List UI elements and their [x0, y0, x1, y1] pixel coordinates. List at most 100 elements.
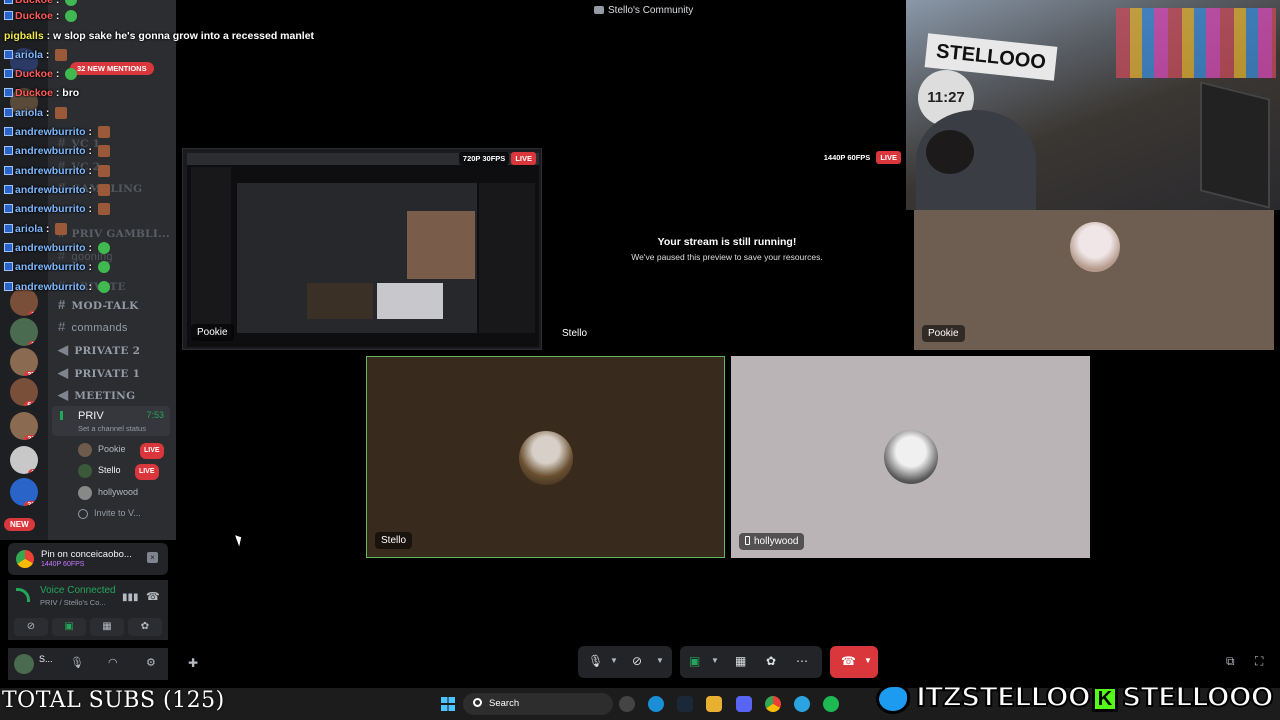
end-call-button[interactable]: ☎ ▼	[830, 646, 878, 678]
voice-status[interactable]: Voice Connected	[40, 585, 116, 596]
server-icon[interactable]: 642	[10, 378, 38, 406]
chat-message: Duckoe : bro	[4, 87, 79, 99]
channel-status[interactable]: Set a channel status	[78, 424, 146, 433]
soundboard-icon[interactable]: ▮▮▮	[122, 592, 139, 603]
discord-icon[interactable]	[736, 696, 752, 712]
add-friend-icon[interactable]: ✚	[188, 656, 198, 670]
tile-label: Pookie	[922, 325, 965, 342]
pin-card[interactable]: Pin on conceicaobo... 1440P 60FPS ×	[8, 543, 168, 575]
voice-location[interactable]: PRIV / Stello's Co...	[40, 598, 110, 607]
folder-icon[interactable]	[706, 696, 722, 712]
soundboard-icon[interactable]: ✿	[766, 654, 776, 668]
stream-tile-pookie[interactable]: 720P 30FPS LIVE Pookie	[182, 148, 542, 350]
channel-meeting[interactable]: ◀ MEETING	[58, 387, 135, 403]
channel-mod-talk[interactable]: # MOD-TALK	[58, 297, 139, 312]
edge-icon[interactable]	[648, 696, 664, 712]
avatar	[1070, 222, 1120, 272]
channel-private-2[interactable]: ◀ PRIVATE 2	[58, 342, 140, 358]
server-icon[interactable]: 216	[10, 412, 38, 440]
server-icon[interactable]: 383	[10, 478, 38, 506]
call-controls: ▣ ▼ ▦ ✿ ⋯	[680, 646, 822, 678]
telegram-icon[interactable]	[794, 696, 810, 712]
stream-badge: 720P 30FPS LIVE	[458, 152, 536, 165]
chat-message: andrewburrito :	[4, 145, 110, 158]
channel-name: PRIV	[78, 410, 104, 422]
steam-icon[interactable]	[677, 696, 693, 712]
server-badge: 383	[24, 501, 38, 506]
chat-message: pigballs : w slop sake he's gonna grow i…	[4, 30, 315, 42]
channel-private-1[interactable]: ◀ PRIVATE 1	[58, 365, 140, 381]
channel-priv[interactable]: PRIV 7:53 Set a channel status	[52, 406, 170, 436]
activities-icon[interactable]: ▦	[735, 654, 746, 668]
server-icon[interactable]: 272	[10, 348, 38, 376]
speaker-icon: ◀	[58, 387, 69, 402]
chevron-down-icon[interactable]: ▼	[711, 656, 719, 665]
camera-off-icon[interactable]: ⊘	[632, 654, 642, 668]
camera-tile-hollywood[interactable]: hollywood	[731, 356, 1090, 558]
server-icon[interactable]: 32	[10, 318, 38, 346]
voice-member[interactable]: Stello LIVE	[78, 463, 159, 480]
stream-paused-text: We've paused this preview to save your r…	[631, 252, 823, 262]
pin-quality: 1440P 60FPS	[41, 561, 85, 568]
avatar	[519, 431, 573, 485]
camera-tile-stello[interactable]: Stello	[366, 356, 725, 558]
server-badge: 93	[28, 469, 38, 474]
live-badge: LIVE	[134, 464, 159, 480]
chat-message: andrewburrito :	[4, 126, 110, 139]
disconnect-icon[interactable]: ☎	[146, 590, 160, 603]
new-pill[interactable]: NEW	[4, 518, 35, 531]
chevron-down-icon[interactable]: ▼	[864, 656, 872, 665]
invite-to-voice[interactable]: Invite to V...	[78, 506, 141, 520]
stream-preview	[187, 153, 539, 347]
speaker-icon: ◀	[58, 365, 69, 380]
chrome-icon	[16, 550, 34, 568]
chrome-icon[interactable]	[765, 696, 781, 712]
activities-button[interactable]: ▦	[90, 618, 124, 636]
chat-message: andrewburrito :	[4, 281, 110, 294]
username[interactable]: S...	[39, 654, 53, 664]
gear-icon[interactable]: ⚙	[146, 656, 156, 669]
speaker-icon	[60, 411, 70, 420]
chat-message: andrewburrito :	[4, 242, 110, 255]
server-badge: 32	[28, 341, 38, 346]
mic-icon[interactable]: 🎙	[70, 656, 84, 669]
hash-icon: #	[58, 319, 66, 334]
stream-tile-stello[interactable]: 1440P 60FPS LIVE Your stream is still run…	[548, 148, 906, 350]
windows-start-icon[interactable]	[441, 697, 455, 711]
camera-off-button[interactable]: ⊘	[14, 618, 48, 636]
voice-member[interactable]: hollywood	[78, 485, 138, 500]
avatar[interactable]	[14, 654, 34, 674]
avatar	[884, 430, 938, 484]
channel-timer: 7:53	[146, 410, 164, 420]
live-badge: LIVE	[139, 443, 164, 459]
close-icon[interactable]: ×	[147, 552, 158, 563]
server-badge: 642	[24, 401, 38, 406]
camera-tile-pookie[interactable]: Pookie	[914, 210, 1274, 350]
more-icon[interactable]: ⋯	[796, 654, 808, 668]
chat-message: andrewburrito :	[4, 261, 110, 274]
search-icon	[473, 698, 482, 707]
avatar	[78, 463, 92, 478]
voice-member[interactable]: Pookie LIVE	[78, 442, 164, 459]
headphones-icon[interactable]: ◠	[108, 656, 118, 669]
phone-icon	[745, 536, 750, 545]
signal-icon	[16, 588, 30, 602]
server-icon[interactable]: 93	[10, 446, 38, 474]
channel-priv-gambling[interactable]: #PRIV GAMBLI...	[58, 225, 170, 240]
popout-icon[interactable]: ⧉	[1226, 654, 1235, 669]
obs-icon[interactable]	[619, 696, 635, 712]
twitter-handle: ITZSTELLOO	[915, 681, 1092, 714]
screen-share-icon[interactable]: ▣	[689, 654, 700, 668]
mic-icon[interactable]: 🎙	[588, 654, 603, 668]
new-mentions-pill[interactable]: 32 NEW MENTIONS	[70, 62, 154, 75]
screen-share-button[interactable]: ▣	[52, 618, 86, 636]
taskbar-search[interactable]: Search	[463, 693, 613, 715]
fullscreen-icon[interactable]: ⛶	[1255, 654, 1263, 669]
channel-commands[interactable]: # commands	[58, 319, 128, 334]
soundboard-button[interactable]: ✿	[128, 618, 162, 636]
stream-badge: 1440P 60FPS LIVE	[819, 151, 901, 164]
spotify-icon[interactable]	[823, 696, 839, 712]
webcam-overlay: STELLOOO 11:27	[906, 0, 1280, 210]
chevron-down-icon[interactable]: ▼	[610, 656, 618, 665]
chevron-down-icon[interactable]: ▼	[656, 656, 664, 665]
